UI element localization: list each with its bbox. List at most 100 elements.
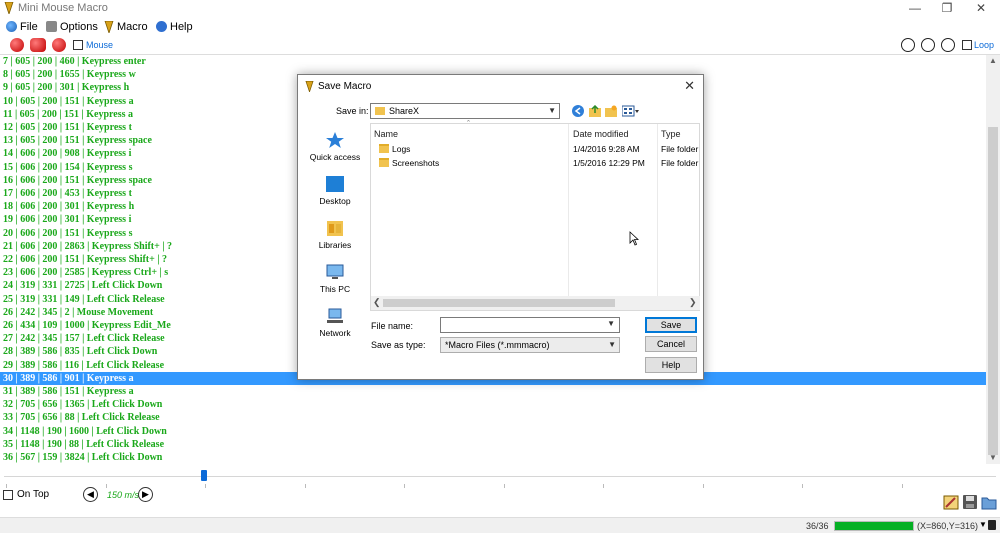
places-bar: Quick access Desktop Libraries This PC N… <box>301 123 369 338</box>
computer-icon <box>326 264 344 279</box>
desktop-icon <box>326 176 344 192</box>
h-scrollbar-thumb[interactable] <box>383 299 615 307</box>
view-menu-icon[interactable] <box>622 105 640 117</box>
coords-dropdown-icon[interactable]: ▼ <box>979 520 987 529</box>
macro-row[interactable]: 35 | 1148 | 190 | 88 | Left Click Releas… <box>0 438 986 451</box>
mouse-checkbox[interactable] <box>73 40 83 50</box>
slider-tick <box>105 484 107 488</box>
save-in-combo[interactable]: ShareX ▼ <box>370 103 560 119</box>
file-type: File folder <box>661 144 699 154</box>
macro-row[interactable]: 7 | 605 | 200 | 460 | Keypress enter <box>0 55 986 68</box>
place-quick-access[interactable]: Quick access <box>301 131 369 162</box>
scroll-down-icon[interactable]: ▼ <box>986 452 1000 464</box>
column-type[interactable]: Type <box>661 129 681 139</box>
macro-row[interactable]: 36 | 567 | 159 | 3824 | Left Click Down <box>0 451 986 464</box>
vertical-scrollbar[interactable]: ▲ ▼ <box>986 55 1000 464</box>
folder-icon <box>375 107 385 115</box>
network-icon <box>327 308 343 323</box>
place-libraries[interactable]: Libraries <box>301 219 369 250</box>
place-this-pc[interactable]: This PC <box>301 263 369 294</box>
on-top-checkbox[interactable] <box>3 489 13 500</box>
save-as-type-combo[interactable]: *Macro Files (*.mmmacro) ▼ <box>440 337 620 353</box>
slider-tick <box>503 484 505 488</box>
folder-icon <box>379 144 389 153</box>
macro-row[interactable]: 31 | 389 | 586 | 151 | Keypress a <box>0 385 986 398</box>
app-logo-icon <box>4 2 14 14</box>
record-button[interactable] <box>10 38 24 52</box>
place-label: This PC <box>319 284 351 294</box>
file-row[interactable]: Screenshots 1/5/2016 12:29 PM File folde… <box>371 157 700 170</box>
menu-macro[interactable]: Macro <box>104 19 148 34</box>
menu-bar: File Options Macro Help <box>0 17 1000 35</box>
slider-tick <box>6 484 7 488</box>
close-window-button[interactable]: ✕ <box>966 0 996 17</box>
info-icon[interactable] <box>988 520 996 530</box>
minimize-button[interactable]: — <box>900 0 930 17</box>
scroll-right-icon[interactable]: ❯ <box>689 297 697 308</box>
macro-row[interactable]: 34 | 1148 | 190 | 1600 | Left Click Down <box>0 425 986 438</box>
help-icon <box>156 21 167 32</box>
menu-file[interactable]: File <box>6 19 38 34</box>
save-as-type-label: Save as type: <box>371 340 426 350</box>
place-network[interactable]: Network <box>301 307 369 338</box>
slider-tick <box>205 484 206 488</box>
save-button[interactable]: Save <box>645 317 697 333</box>
scroll-left-icon[interactable]: ❮ <box>373 297 381 308</box>
file-name-input[interactable]: ▼ <box>440 317 620 333</box>
playback-slider-thumb[interactable] <box>201 470 207 481</box>
back-icon[interactable] <box>572 105 584 117</box>
file-list[interactable]: ˆ Name Date modified Type Logs 1/4/2016 … <box>370 119 700 311</box>
cursor-coordinates: (X=860,Y=316) <box>917 521 979 531</box>
pause-icon[interactable] <box>941 38 955 52</box>
file-date: 1/5/2016 12:29 PM <box>573 158 645 168</box>
globe-icon <box>6 21 17 32</box>
menu-options[interactable]: Options <box>46 19 98 34</box>
place-desktop[interactable]: Desktop <box>301 175 369 206</box>
column-name[interactable]: Name <box>374 129 398 139</box>
place-label: Quick access <box>309 152 361 162</box>
playback-slider-track[interactable] <box>4 476 996 477</box>
help-button[interactable]: Help <box>645 357 697 373</box>
progress-bar <box>834 521 914 531</box>
menu-help-label: Help <box>170 20 193 33</box>
macro-row[interactable]: 32 | 705 | 656 | 1365 | Left Click Down <box>0 398 986 411</box>
speed-down-button[interactable]: ◀ <box>83 487 98 502</box>
on-top-option[interactable]: On Top <box>3 489 49 500</box>
save-macro-dialog: Save Macro ✕ Save in: ShareX ▼ Quick acc… <box>297 74 704 380</box>
macro-row[interactable]: 33 | 705 | 656 | 88 | Left Click Release <box>0 411 986 424</box>
save-in-label: Save in: <box>336 106 369 116</box>
menu-help[interactable]: Help <box>156 19 193 34</box>
scroll-up-icon[interactable]: ▲ <box>986 55 1000 67</box>
mouse-cursor-icon <box>629 231 639 246</box>
macro-icon <box>104 20 114 33</box>
loop-checkbox[interactable] <box>962 40 972 50</box>
slider-tick <box>304 484 306 488</box>
place-label: Desktop <box>319 196 351 206</box>
save-macro-icon[interactable] <box>962 494 978 510</box>
scrollbar-thumb[interactable] <box>988 127 998 455</box>
chevron-down-icon: ▼ <box>548 106 556 115</box>
up-folder-icon[interactable] <box>589 105 601 117</box>
edit-macro-icon[interactable] <box>943 494 959 510</box>
column-date-modified[interactable]: Date modified <box>573 129 629 139</box>
mouse-label: Mouse <box>86 40 114 50</box>
file-date: 1/4/2016 9:28 AM <box>573 144 640 154</box>
stop-record-button[interactable] <box>30 38 46 52</box>
speed-value: 150 m/s <box>107 490 140 500</box>
speed-up-button[interactable]: ▶ <box>138 487 153 502</box>
place-label: Libraries <box>318 240 352 250</box>
play-icon[interactable] <box>921 38 935 52</box>
open-macro-icon[interactable] <box>981 494 997 510</box>
file-name: Logs <box>392 144 411 154</box>
dialog-title: Save Macro <box>318 81 372 92</box>
save-in-value: ShareX <box>389 106 420 116</box>
dialog-close-icon[interactable]: ✕ <box>684 78 695 94</box>
new-folder-icon[interactable] <box>605 105 617 117</box>
cancel-button[interactable]: Cancel <box>645 336 697 352</box>
horizontal-scrollbar[interactable]: ❮ ❯ <box>371 296 700 310</box>
file-row[interactable]: Logs 1/4/2016 9:28 AM File folder <box>371 143 700 156</box>
menu-file-label: File <box>20 20 38 33</box>
restore-button[interactable]: ❐ <box>932 0 962 17</box>
clear-button[interactable] <box>52 38 66 52</box>
stop-icon[interactable] <box>901 38 915 52</box>
